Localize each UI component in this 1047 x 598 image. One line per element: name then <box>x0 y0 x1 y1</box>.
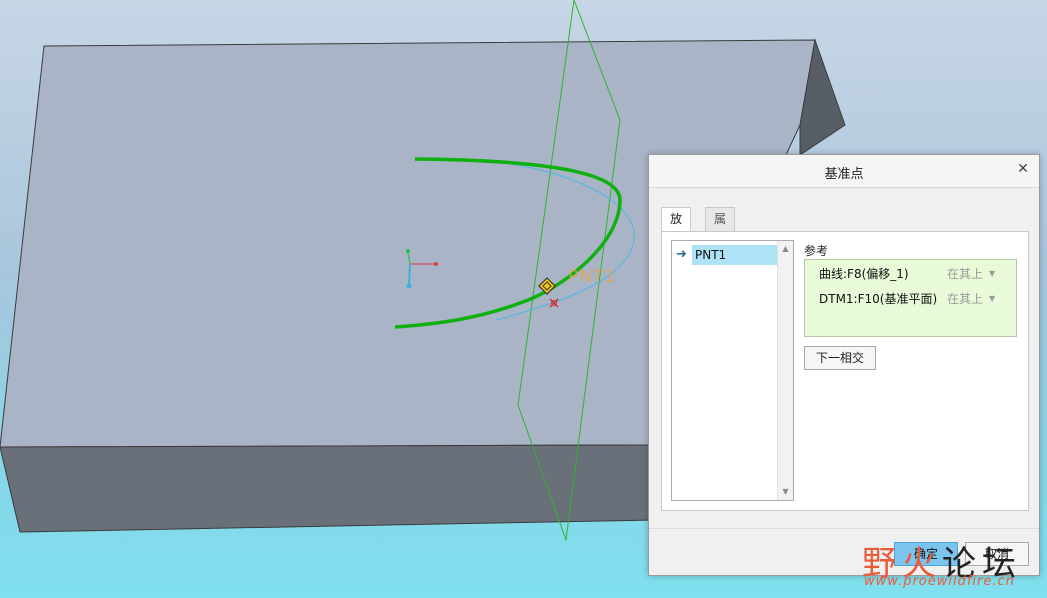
reference-type-select[interactable]: 在其上 <box>947 290 983 308</box>
point-list[interactable]: ➜ PNT1 ▲ ▼ <box>671 240 794 501</box>
chevron-down-icon[interactable]: ▼ <box>989 265 995 283</box>
dialog-titlebar[interactable]: 基准点 ✕ <box>649 155 1039 188</box>
placement-handle-icon[interactable] <box>549 298 559 308</box>
reference-name: 曲线:F8(偏移_1) <box>819 267 909 281</box>
cancel-button[interactable]: 取消 <box>965 542 1029 566</box>
point-label: PNT1 <box>568 267 617 287</box>
dialog-title: 基准点 <box>824 167 864 182</box>
footer-divider <box>649 528 1039 529</box>
datum-point-dialog: 基准点 ✕ 放置 属性 ➜ PNT1 ▲ ▼ 参考 曲线:F8(偏移_1) 在其… <box>648 154 1040 576</box>
list-scrollbar[interactable]: ▲ ▼ <box>777 241 793 500</box>
scroll-up-icon[interactable]: ▲ <box>778 242 793 256</box>
reference-row-curve[interactable]: 曲线:F8(偏移_1) 在其上 ▼ <box>819 265 1009 283</box>
close-icon[interactable]: ✕ <box>1015 161 1031 179</box>
next-intersection-button[interactable]: 下一相交 <box>804 346 876 370</box>
ok-button[interactable]: 确定 <box>894 542 958 566</box>
chevron-down-icon[interactable]: ▼ <box>989 290 995 308</box>
reference-name: DTM1:F10(基准平面) <box>819 292 938 306</box>
list-item-pnt1[interactable]: PNT1 <box>692 245 779 265</box>
scroll-down-icon[interactable]: ▼ <box>778 485 793 499</box>
tab-placement[interactable]: 放置 <box>661 207 692 249</box>
references-collector[interactable]: 曲线:F8(偏移_1) 在其上 ▼ DTM1:F10(基准平面) 在其上 ▼ <box>804 259 1017 337</box>
current-point-arrow-icon: ➜ <box>676 247 687 262</box>
placement-panel: ➜ PNT1 ▲ ▼ 参考 曲线:F8(偏移_1) 在其上 ▼ DTM1:F10… <box>661 231 1029 511</box>
references-heading: 参考 <box>804 244 829 258</box>
tab-properties[interactable]: 属性 <box>705 207 736 249</box>
block-side-face[interactable] <box>0 444 656 533</box>
reference-type-select[interactable]: 在其上 <box>947 265 983 283</box>
reference-row-datum-plane[interactable]: DTM1:F10(基准平面) 在其上 ▼ <box>819 290 1009 308</box>
